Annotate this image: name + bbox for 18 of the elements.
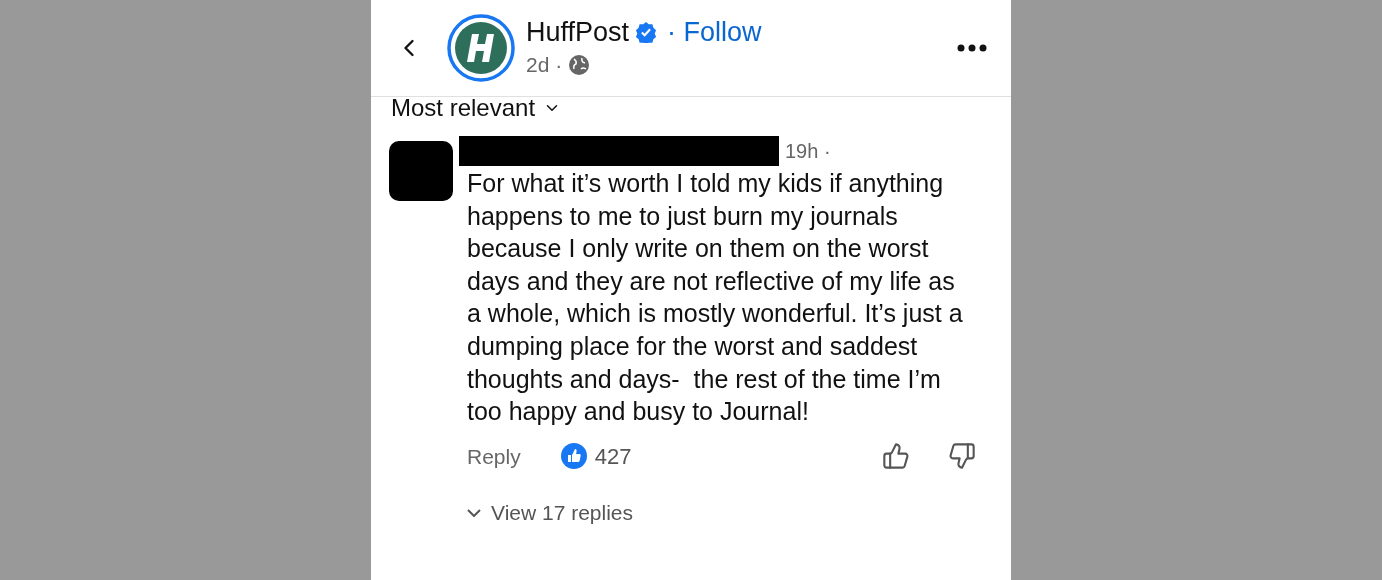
post-time: 2d · — [526, 52, 563, 79]
view-replies-button[interactable]: View 17 replies — [467, 496, 992, 529]
redacted-avatar — [389, 141, 453, 201]
chevron-down-icon — [467, 508, 481, 517]
dislike-button[interactable] — [948, 442, 976, 471]
page-name[interactable]: HuffPost — [526, 15, 630, 50]
like-count: 427 — [594, 442, 632, 471]
comment-text: For what it’s worth I told my kids if anything happens to me to just burn my journals because I only write on them on the worst days and they are not reflective of my life as a whole, which is mostly wonderful. It’s just a dumping place for the worst and saddest thoughts and days- the rest of the time I’m too happy and busy to Journal! — [467, 168, 964, 428]
thumbs-up-icon — [882, 442, 910, 471]
like-reaction-icon — [560, 443, 587, 470]
reply-button[interactable]: Reply — [467, 440, 521, 472]
follow-link[interactable]: · Follow — [667, 15, 762, 50]
page-logo-icon — [447, 14, 515, 82]
more-icon — [957, 44, 987, 52]
like-button[interactable] — [882, 442, 910, 471]
sort-dropdown[interactable]: Most relevant — [391, 97, 1011, 119]
thumbs-down-icon — [948, 442, 976, 471]
comment-time: 19h · — [785, 139, 831, 164]
